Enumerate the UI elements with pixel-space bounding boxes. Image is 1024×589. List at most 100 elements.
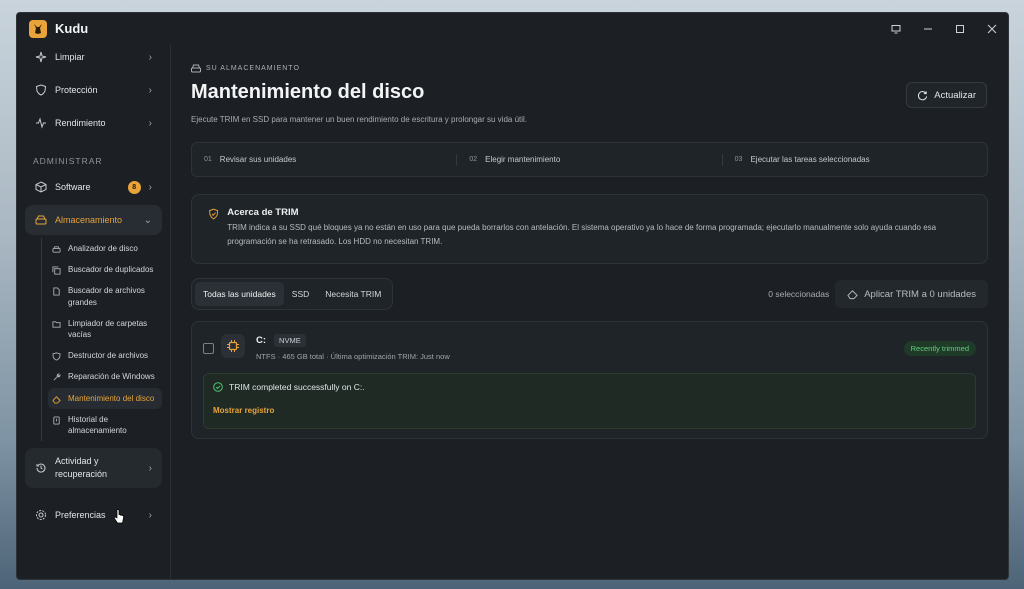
shield-icon	[35, 84, 47, 96]
chevron-down-icon: ⌄	[143, 214, 152, 226]
sidebar-item-label: Rendimiento	[55, 118, 106, 128]
submenu-item-archivos-grandes[interactable]: Buscador de archivos grandes	[48, 280, 162, 312]
chevron-right-icon: ›	[148, 462, 152, 474]
shield-check-icon	[209, 208, 219, 220]
step-3: 03 Ejecutar las tareas seleccionadas	[723, 154, 987, 166]
page-description: Ejecute TRIM en SSD para mantener un bue…	[191, 115, 528, 124]
submenu-item-historial[interactable]: Historial de almacenamiento	[48, 409, 162, 441]
sidebar-item-actividad[interactable]: Actividad y recuperación ›	[25, 448, 162, 489]
copy-icon	[52, 266, 61, 275]
submenu-item-label: Historial de almacenamiento	[68, 414, 127, 435]
drive-last-optimization: Última optimización TRIM: Just now	[330, 352, 450, 361]
status-badge: Recently trimmed	[903, 341, 976, 356]
apply-label: Aplicar TRIM a 0 unidades	[864, 288, 976, 300]
submenu-item-analizador[interactable]: Analizador de disco	[48, 238, 162, 259]
mouse-cursor-icon	[114, 509, 124, 524]
drive-fs: NTFS	[256, 352, 276, 361]
tab-todas[interactable]: Todas las unidades	[195, 282, 284, 306]
hard-drive-icon	[35, 215, 47, 225]
title-bar: Kudu	[17, 13, 1008, 44]
step-2: 02 Elegir mantenimiento	[457, 153, 723, 166]
section-label: ADMINISTRAR	[33, 156, 103, 166]
chevron-right-icon: ›	[148, 509, 152, 521]
filter-tabs: Todas las unidades SSD Necesita TRIM	[191, 278, 394, 310]
chevron-right-icon: ›	[148, 181, 152, 193]
refresh-label: Actualizar	[934, 89, 976, 101]
info-title: Acerca de TRIM	[227, 207, 299, 218]
shred-icon	[52, 352, 61, 361]
tab-necesita-trim[interactable]: Necesita TRIM	[317, 282, 389, 306]
drive-letter: C:	[256, 335, 267, 346]
maximize-button[interactable]	[944, 13, 976, 44]
success-message-box: TRIM completed successfully on C:. Mostr…	[203, 373, 976, 429]
step-number: 02	[469, 156, 478, 163]
step-number: 01	[204, 156, 212, 163]
sparkles-icon	[35, 51, 47, 63]
sidebar-item-limpiar[interactable]: Limpiar ›	[25, 42, 162, 72]
submenu-item-duplicados[interactable]: Buscador de duplicados	[48, 259, 162, 280]
step-label: Elegir mantenimiento	[485, 155, 561, 164]
sidebar-item-label: Almacenamiento	[55, 215, 123, 225]
drive-meta: NTFS · 465 GB total · Última optimizació…	[256, 352, 450, 361]
tab-ssd[interactable]: SSD	[284, 282, 317, 306]
sidebar-item-rendimiento[interactable]: Rendimiento ›	[25, 108, 162, 138]
steps-bar: 01 Revisar sus unidades 02 Elegir manten…	[191, 142, 988, 177]
sidebar-item-software[interactable]: Software 8 ›	[25, 172, 162, 202]
gear-icon	[36, 510, 46, 521]
chevron-right-icon: ›	[148, 84, 152, 96]
monitor-icon[interactable]	[880, 13, 912, 44]
refresh-icon	[918, 90, 928, 100]
submenu-item-label: Analizador de disco	[68, 244, 138, 253]
drive-size: 465 GB total	[282, 352, 324, 361]
sidebar: Limpiar › Protección › Rendimiento › ADM…	[17, 44, 171, 579]
submenu-item-destructor[interactable]: Destructor de archivos	[48, 345, 162, 366]
hard-drive-icon	[191, 64, 201, 73]
selected-count: 0 seleccionadas	[768, 289, 830, 299]
step-1: 01 Revisar sus unidades	[192, 153, 458, 166]
apply-trim-button[interactable]: Aplicar TRIM a 0 unidades	[835, 280, 988, 308]
trim-info-card: Acerca de TRIM TRIM indica a su SSD qué …	[191, 194, 988, 264]
history-icon	[53, 416, 60, 425]
close-button[interactable]	[976, 13, 1008, 44]
step-label: Revisar sus unidades	[219, 155, 297, 164]
page-eyebrow: SU ALMACENAMIENTO	[191, 64, 988, 73]
info-text: TRIM indica a su SSD qué bloques ya no e…	[227, 223, 937, 246]
eraser-icon	[847, 289, 858, 299]
wrench-icon	[53, 373, 61, 381]
app-window: Kudu Limpiar › Protección › Rendimiento …	[16, 12, 1009, 580]
step-label: Ejecutar las tareas seleccionadas	[750, 155, 870, 164]
step-number: 03	[734, 156, 743, 163]
history-clock-icon	[36, 463, 46, 473]
sidebar-item-almacenamiento[interactable]: Almacenamiento ⌄	[25, 205, 162, 235]
update-count-badge: 8	[127, 180, 141, 194]
storage-submenu: Analizador de disco Buscador de duplicad…	[41, 238, 162, 442]
refresh-button[interactable]: Actualizar	[906, 82, 987, 108]
folder-icon	[52, 321, 61, 328]
drive-card: C: NVME NTFS · 465 GB total · Última opt…	[191, 321, 988, 439]
submenu-item-label: Destructor de archivos	[68, 351, 149, 361]
chevron-right-icon: ›	[148, 117, 152, 129]
app-title: Kudu	[55, 21, 89, 36]
submenu-item-reparacion[interactable]: Reparación de Windows	[48, 366, 162, 387]
sidebar-item-preferencias[interactable]: Preferencias ›	[25, 500, 162, 530]
sidebar-item-label: Limpiar	[55, 52, 85, 62]
drive-type-tag: NVME	[274, 334, 306, 347]
submenu-item-label: Buscador de duplicados	[68, 265, 154, 275]
submenu-item-label: Limpiador de carpetas vacías	[68, 318, 148, 339]
chip-icon	[221, 334, 245, 358]
package-icon	[35, 181, 47, 193]
submenu-item-carpetas-vacias[interactable]: Limpiador de carpetas vacías	[48, 313, 162, 345]
sidebar-item-label: Protección	[55, 85, 98, 95]
sidebar-item-label: Actividad y recuperación	[55, 455, 108, 480]
show-log-link[interactable]: Mostrar registro	[213, 406, 966, 415]
sidebar-item-label: Preferencias	[55, 510, 106, 521]
minimize-button[interactable]	[912, 13, 944, 44]
eyebrow-label: SU ALMACENAMIENTO	[206, 65, 300, 72]
drive-checkbox[interactable]	[203, 343, 214, 354]
submenu-item-mantenimiento[interactable]: Mantenimiento del disco	[48, 387, 162, 409]
check-circle-icon	[213, 382, 223, 392]
submenu-item-label: Reparación de Windows	[68, 372, 155, 382]
filter-row: Todas las unidades SSD Necesita TRIM 0 s…	[191, 278, 988, 310]
activity-icon	[36, 117, 46, 129]
sidebar-item-proteccion[interactable]: Protección ›	[25, 75, 162, 105]
